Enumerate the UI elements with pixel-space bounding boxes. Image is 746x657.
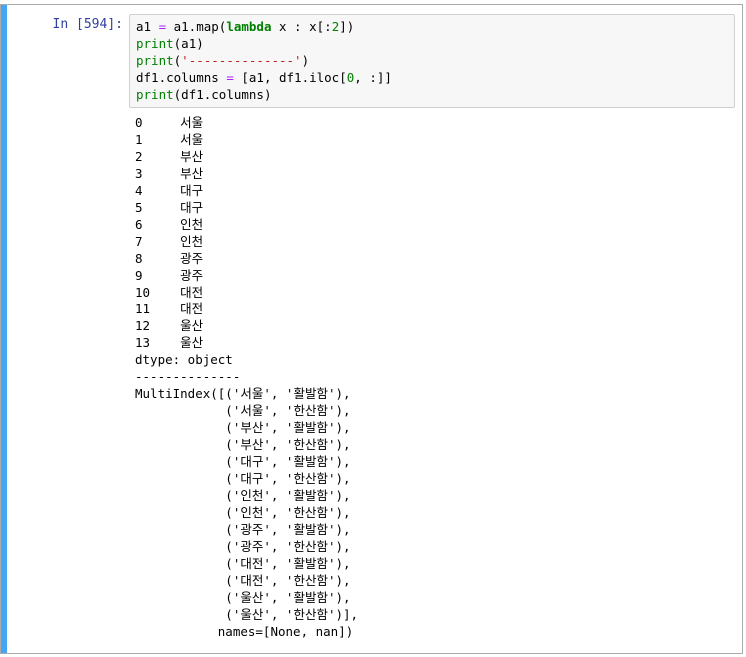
code-line: df1.columns = [a1, df1.iloc[0, :]]	[136, 69, 392, 86]
output-line: ('대전', '활발함'),	[135, 555, 351, 571]
code-line: print(df1.columns)	[136, 86, 392, 103]
output-line: 11 대전	[135, 301, 204, 317]
code-line: print(a1)	[136, 35, 392, 52]
output-line: ('인천', '한산함'),	[135, 504, 351, 520]
output-line: ('인천', '활발함'),	[135, 487, 351, 503]
output-line: 10 대전	[135, 284, 204, 300]
code-token: df1.columns	[136, 70, 227, 85]
code-token: =	[226, 70, 234, 85]
cell-output: 0 서울 1 서울 2 부산 3 부산 4 대구 5 대구 6 인천 7 인천 8 광주 9 광주…	[135, 115, 358, 641]
output-line: 4 대구	[135, 182, 204, 198]
output-line: 12 울산	[135, 318, 204, 334]
code-token: , :]]	[354, 70, 392, 85]
output-line: ('광주', '한산함'),	[135, 538, 351, 554]
output-line: 0 서울	[135, 115, 204, 130]
output-line: 2 부산	[135, 148, 204, 164]
output-line: 3 부산	[135, 165, 204, 181]
code-editor[interactable]: a1 = a1.map(lambda x : x[:2]) print(a1) pr…	[129, 14, 735, 108]
code-token: print	[136, 36, 174, 51]
output-line: ('울산', '활발함'),	[135, 589, 351, 605]
output-line: MultiIndex([('서울', '활발함'),	[135, 386, 351, 402]
output-line: 7 인천	[135, 233, 204, 249]
output-line: 6 인천	[135, 216, 204, 232]
output-line: 5 대구	[135, 199, 204, 215]
input-prompt: In [594]:	[52, 17, 123, 32]
code-token: lambda	[226, 19, 272, 34]
code-token: )	[301, 53, 310, 68]
output-line: ('대전', '한산함'),	[135, 572, 351, 588]
code-line: a1 = a1.map(lambda x : x[:2])	[136, 18, 392, 35]
output-line: --------------	[135, 369, 241, 385]
code-token: print	[136, 53, 174, 68]
code-token: '--------------'	[181, 53, 302, 68]
output-line: dtype: object	[135, 352, 233, 368]
output-line: names=[None, nan])	[135, 623, 354, 639]
code-token: a1.map(	[166, 19, 227, 34]
code-token: ])	[339, 19, 355, 34]
code-line: print('--------------')	[136, 52, 392, 69]
code-text[interactable]: a1 = a1.map(lambda x : x[:2]) print(a1) pr…	[136, 18, 392, 103]
output-line: ('서울', '한산함'),	[135, 403, 351, 419]
code-token: (a1)	[173, 36, 204, 51]
output-line: 9 광주	[135, 267, 204, 283]
code-token: a1	[136, 19, 159, 34]
output-line: ('부산', '한산함'),	[135, 437, 351, 453]
code-token: [a1, df1.iloc[	[233, 70, 347, 85]
output-line: ('울산', '한산함')],	[135, 606, 359, 622]
code-token: print	[136, 87, 174, 102]
output-line: ('대구', '한산함'),	[135, 471, 351, 487]
code-cell[interactable]: In [594]: a1 = a1.map(lambda x : x[:2]) p…	[0, 4, 743, 654]
output-line: ('광주', '활발함'),	[135, 521, 351, 537]
code-token: (df1.columns)	[173, 87, 272, 102]
output-line: 13 울산	[135, 335, 204, 351]
code-token: x : x[:	[271, 19, 332, 34]
output-line: 8 광주	[135, 250, 204, 266]
output-line: ('대구', '활발함'),	[135, 454, 351, 470]
output-line: 1 서울	[135, 131, 204, 147]
code-token: =	[158, 19, 167, 34]
cell-selection-bar	[1, 5, 7, 653]
output-line: ('부산', '활발함'),	[135, 420, 351, 436]
